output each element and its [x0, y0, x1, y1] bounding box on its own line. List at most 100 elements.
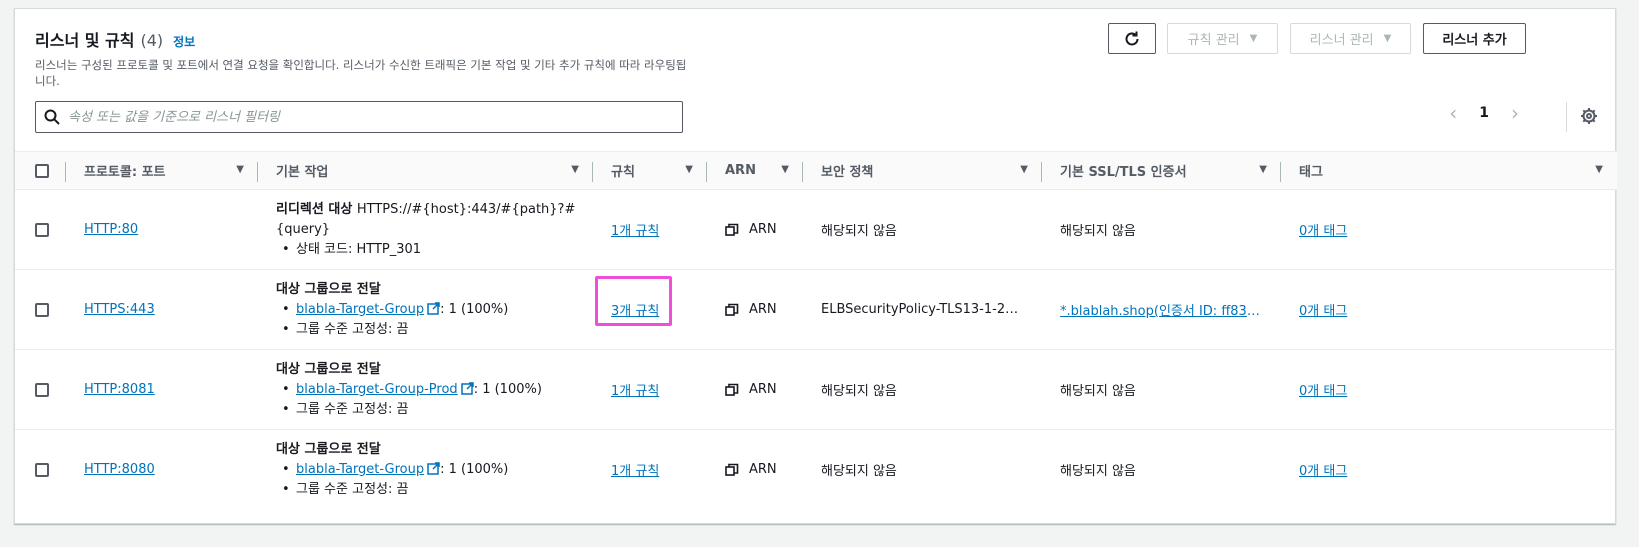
- target-group-item: blabla-Target-Group: 1 (100%): [276, 300, 593, 320]
- panel-header: 리스너 및 규칙 (4) 정보 리스너는 구성된 프로토콜 및 포트에서 연결 …: [35, 27, 715, 89]
- rules-link[interactable]: 1개 규칙: [611, 224, 659, 239]
- copy-icon: [725, 223, 739, 236]
- target-group-link[interactable]: blabla-Target-Group-Prod: [296, 382, 458, 397]
- column-action-label: 기본 작업: [276, 165, 329, 180]
- protocol-link[interactable]: HTTP:8081: [84, 382, 155, 397]
- target-weight: : 1 (100%): [473, 381, 542, 397]
- panel-title: 리스너 및 규칙 (4) 정보: [35, 27, 715, 51]
- column-security-policy[interactable]: 보안 정책 ▼: [803, 152, 1042, 190]
- target-group-item: blabla-Target-Group-Prod : 1 (100%): [276, 380, 593, 400]
- stickiness: 그룹 수준 고정성: 끔: [276, 480, 593, 500]
- sort-icon[interactable]: ▼: [236, 164, 244, 175]
- certificate: 해당되지 않음: [1060, 384, 1136, 399]
- external-link-icon: [427, 301, 440, 315]
- certificate-link[interactable]: *.blablah.shop(인증서 ID: ff830…: [1060, 300, 1260, 319]
- certificate: 해당되지 않음: [1060, 464, 1136, 480]
- column-protocol-label: 프로토콜: 포트: [84, 165, 166, 180]
- select-all-header: [15, 152, 66, 190]
- column-action[interactable]: 기본 작업 ▼: [258, 152, 593, 190]
- target-group-link[interactable]: blabla-Target-Group: [296, 462, 424, 477]
- security-policy: ELBSecurityPolicy-TLS13-1-2-…: [821, 302, 1021, 317]
- panel-description: 리스너는 구성된 프로토콜 및 포트에서 연결 요청을 확인합니다. 리스너가 …: [35, 58, 687, 88]
- column-tags[interactable]: 태그 ▼: [1281, 152, 1617, 190]
- next-page-icon[interactable]: ›: [1511, 103, 1519, 123]
- rules-link[interactable]: 3개 규칙: [611, 304, 659, 319]
- arn-copy[interactable]: ARN: [725, 222, 803, 237]
- sort-icon[interactable]: ▼: [685, 164, 693, 175]
- add-listener-button[interactable]: 리스너 추가: [1423, 23, 1526, 54]
- arn-label: ARN: [749, 382, 777, 397]
- arn-label: ARN: [749, 462, 777, 478]
- column-rules[interactable]: 규칙 ▼: [593, 152, 707, 190]
- listeners-table: 프로토콜: 포트 ▼ 기본 작업 ▼ 규칙 ▼ ARN ▼ 보안 정책 ▼ 기본 SSL/…: [15, 151, 1617, 510]
- protocol-link[interactable]: HTTPS:443: [84, 302, 155, 317]
- table-row: HTTP:8081 대상 그룹으로 전달 blabla-Target-Group…: [15, 350, 1617, 430]
- search-icon: [44, 109, 60, 125]
- rules-link[interactable]: 1개 규칙: [611, 384, 659, 399]
- tags-link[interactable]: 0개 태그: [1299, 304, 1347, 319]
- column-rules-label: 규칙: [611, 165, 635, 180]
- action-title: 대상 그룹으로 전달: [276, 441, 381, 457]
- arn-copy[interactable]: ARN: [725, 302, 803, 317]
- protocol-link[interactable]: HTTP:80: [84, 222, 138, 237]
- gear-icon[interactable]: [1580, 107, 1598, 125]
- table-row: HTTP:80 리디렉션 대상 HTTPS://#{host}:443/#{pa…: [15, 190, 1617, 270]
- action-title: 대상 그룹으로 전달: [276, 361, 381, 377]
- row-checkbox[interactable]: [35, 302, 49, 317]
- target-weight: : 1 (100%): [440, 461, 509, 477]
- copy-icon: [725, 383, 739, 396]
- current-page[interactable]: 1: [1479, 105, 1489, 121]
- target-group-item: blabla-Target-Group : 1 (100%): [276, 460, 593, 480]
- sort-icon[interactable]: ▼: [571, 164, 579, 175]
- action-title: 리디렉션 대상 HTTPS://#{host}:443/#{path}?#{qu…: [276, 200, 593, 240]
- row-checkbox[interactable]: [35, 462, 49, 477]
- pager-divider: [1566, 102, 1567, 132]
- tags-link[interactable]: 0개 태그: [1299, 384, 1347, 399]
- certificate: 해당되지 않음: [1060, 224, 1136, 239]
- column-security-label: 보안 정책: [821, 165, 874, 180]
- table-row: HTTP:8080 대상 그룹으로 전달 blabla-Target-Group…: [15, 430, 1617, 510]
- tags-link[interactable]: 0개 태그: [1299, 464, 1347, 479]
- rules-link[interactable]: 1개 규칙: [611, 464, 659, 479]
- tags-link[interactable]: 0개 태그: [1299, 224, 1347, 239]
- copy-icon: [725, 463, 739, 476]
- refresh-button[interactable]: [1108, 23, 1156, 54]
- row-checkbox[interactable]: [35, 222, 49, 237]
- arn-copy[interactable]: ARN: [725, 382, 803, 397]
- column-cert-label: 기본 SSL/TLS 인증서: [1060, 165, 1187, 180]
- manage-listener-button[interactable]: 리스너 관리 ▼: [1290, 23, 1411, 54]
- stickiness: 그룹 수준 고정성: 끔: [276, 400, 593, 420]
- search-input[interactable]: [68, 109, 682, 125]
- column-arn[interactable]: ARN ▼: [707, 152, 803, 190]
- filter-search[interactable]: [35, 101, 683, 133]
- prev-page-icon[interactable]: ‹: [1449, 103, 1457, 123]
- status-code: 상태 코드: HTTP_301: [276, 240, 593, 260]
- caret-down-icon: ▼: [1249, 33, 1258, 44]
- info-link[interactable]: 정보: [173, 33, 195, 50]
- external-link-icon: [427, 462, 440, 475]
- protocol-link[interactable]: HTTP:8080: [84, 462, 155, 477]
- row-checkbox[interactable]: [35, 382, 49, 397]
- sort-icon[interactable]: ▼: [1595, 164, 1603, 175]
- arn-copy[interactable]: ARN: [725, 462, 803, 477]
- table-header-row: 프로토콜: 포트 ▼ 기본 작업 ▼ 규칙 ▼ ARN ▼ 보안 정책 ▼ 기본 SSL/…: [15, 151, 1617, 190]
- sort-icon[interactable]: ▼: [781, 164, 789, 175]
- target-group-link[interactable]: blabla-Target-Group: [296, 302, 424, 317]
- pagination: ‹ 1 ›: [1449, 103, 1519, 123]
- manage-rules-label: 규칙 관리: [1187, 33, 1240, 48]
- sort-icon[interactable]: ▼: [1020, 164, 1028, 175]
- select-all-checkbox[interactable]: [35, 163, 49, 178]
- stickiness: 그룹 수준 고정성: 끔: [276, 320, 593, 340]
- column-protocol[interactable]: 프로토콜: 포트 ▼: [66, 152, 258, 190]
- arn-label: ARN: [749, 222, 777, 237]
- column-arn-label: ARN: [725, 163, 756, 178]
- arn-label: ARN: [749, 302, 777, 317]
- security-policy: 해당되지 않음: [821, 384, 897, 399]
- manage-rules-button[interactable]: 규칙 관리 ▼: [1167, 23, 1278, 54]
- action-type: 리디렉션 대상: [276, 201, 353, 217]
- copy-icon: [725, 303, 739, 316]
- column-certificate[interactable]: 기본 SSL/TLS 인증서 ▼: [1042, 152, 1281, 190]
- sort-icon[interactable]: ▼: [1259, 164, 1267, 175]
- add-listener-label: 리스너 추가: [1442, 33, 1507, 48]
- listeners-panel: 리스너 및 규칙 (4) 정보 리스너는 구성된 프로토콜 및 포트에서 연결 …: [14, 8, 1617, 524]
